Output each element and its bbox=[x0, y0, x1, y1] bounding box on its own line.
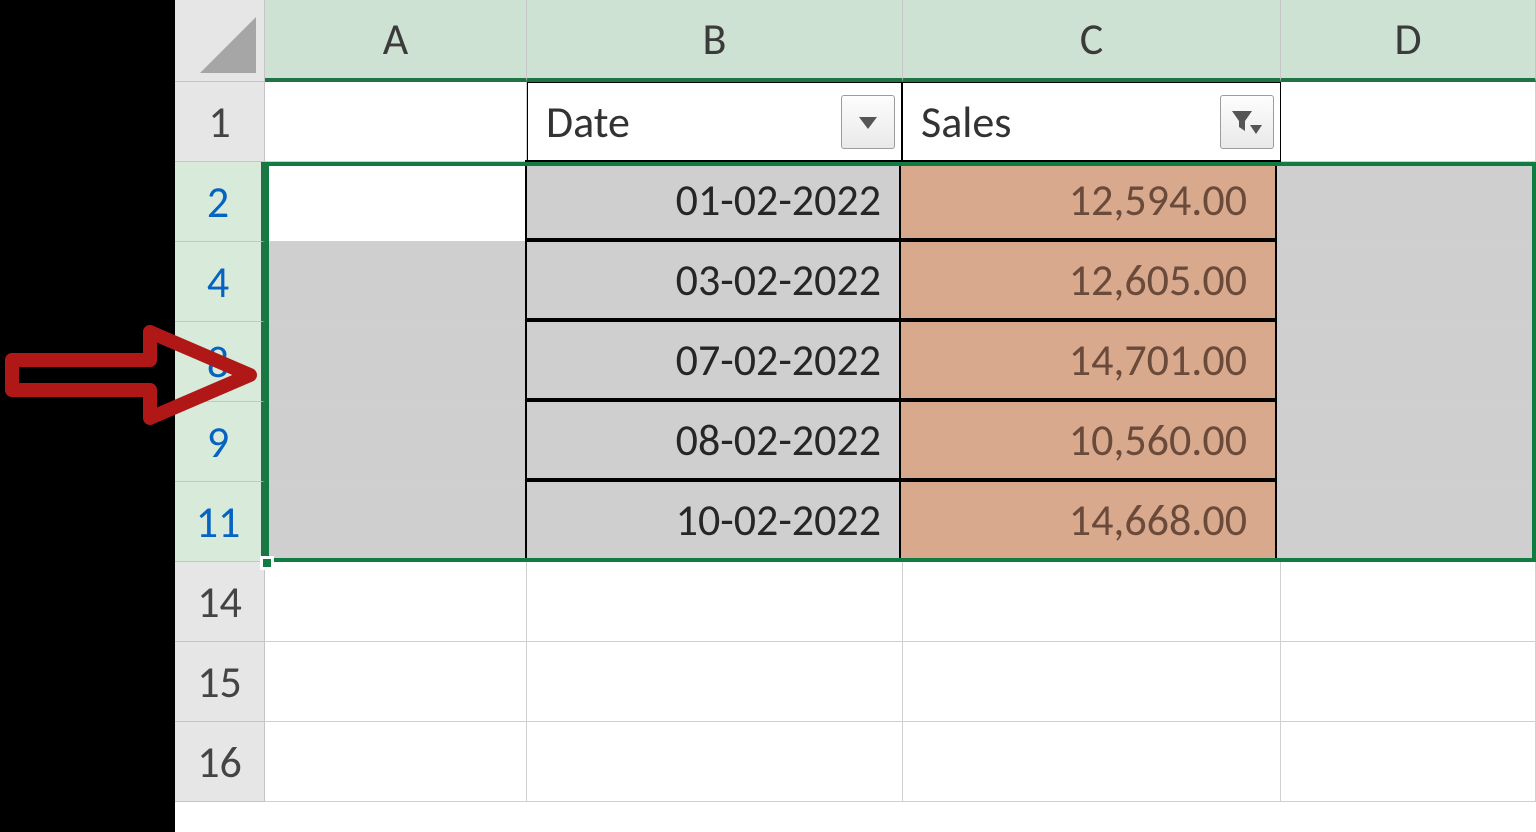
cell-B15[interactable] bbox=[527, 642, 903, 722]
cell-C15[interactable] bbox=[903, 642, 1281, 722]
cell-B9[interactable]: 08-02-2022 bbox=[525, 400, 901, 480]
selected-region: 01-02-2022 12,594.00 03-02-2022 12,605.0… bbox=[265, 162, 1536, 562]
row-header-16[interactable]: 16 bbox=[175, 722, 265, 802]
column-header-A[interactable]: A bbox=[265, 0, 527, 82]
row-header-9[interactable]: 9 bbox=[175, 402, 265, 482]
cell-A14[interactable] bbox=[265, 562, 527, 642]
cell-B14[interactable] bbox=[527, 562, 903, 642]
table-header-date: Date bbox=[546, 95, 630, 149]
cell-D14[interactable] bbox=[1281, 562, 1536, 642]
cell-D11[interactable] bbox=[1277, 482, 1532, 562]
cell-A16[interactable] bbox=[265, 722, 527, 802]
cell-B4[interactable]: 03-02-2022 bbox=[525, 240, 901, 320]
cell-B11[interactable]: 10-02-2022 bbox=[525, 480, 901, 560]
row-header-column: 1 2 4 8 9 11 14 15 16 bbox=[175, 82, 265, 802]
cell-B8[interactable]: 07-02-2022 bbox=[525, 320, 901, 400]
grid-row-16 bbox=[265, 722, 1536, 802]
table-header-sales: Sales bbox=[921, 95, 1012, 149]
grid-row-1: Date Sales bbox=[265, 82, 1536, 162]
filter-button-date[interactable] bbox=[841, 95, 895, 149]
cell-D1[interactable] bbox=[1281, 82, 1536, 162]
column-header-row: A B C D bbox=[175, 0, 1536, 82]
selection-handle[interactable] bbox=[260, 556, 274, 570]
row-header-4[interactable]: 4 bbox=[175, 242, 265, 322]
cell-D9[interactable] bbox=[1277, 402, 1532, 482]
cell-C4[interactable]: 12,605.00 bbox=[899, 240, 1277, 320]
cell-A1[interactable] bbox=[265, 82, 527, 162]
grid-row-8: 07-02-2022 14,701.00 bbox=[265, 322, 1536, 402]
cell-A4[interactable] bbox=[265, 242, 527, 322]
cell-C8[interactable]: 14,701.00 bbox=[899, 320, 1277, 400]
left-margin-strip bbox=[0, 0, 175, 832]
cell-D8[interactable] bbox=[1277, 322, 1532, 402]
row-header-15[interactable]: 15 bbox=[175, 642, 265, 722]
filter-active-icon bbox=[1230, 107, 1264, 137]
column-header-D[interactable]: D bbox=[1281, 0, 1536, 82]
row-header-14[interactable]: 14 bbox=[175, 562, 265, 642]
cell-B1[interactable]: Date bbox=[527, 82, 903, 162]
cell-D16[interactable] bbox=[1281, 722, 1536, 802]
grid-row-4: 03-02-2022 12,605.00 bbox=[265, 242, 1536, 322]
grid-row-2: 01-02-2022 12,594.00 bbox=[265, 162, 1536, 242]
cell-D2[interactable] bbox=[1277, 162, 1532, 242]
cell-B16[interactable] bbox=[527, 722, 903, 802]
column-header-B[interactable]: B bbox=[527, 0, 903, 82]
cell-D15[interactable] bbox=[1281, 642, 1536, 722]
grid-row-9: 08-02-2022 10,560.00 bbox=[265, 402, 1536, 482]
grid-row-15 bbox=[265, 642, 1536, 722]
cell-C16[interactable] bbox=[903, 722, 1281, 802]
cell-A11[interactable] bbox=[265, 482, 527, 562]
filter-button-sales[interactable] bbox=[1220, 95, 1274, 149]
cell-A15[interactable] bbox=[265, 642, 527, 722]
row-header-1[interactable]: 1 bbox=[175, 82, 265, 162]
grid-row-11: 10-02-2022 14,668.00 bbox=[265, 482, 1536, 562]
cell-C9[interactable]: 10,560.00 bbox=[899, 400, 1277, 480]
cell-C1[interactable]: Sales bbox=[903, 82, 1281, 162]
cell-A8[interactable] bbox=[265, 322, 527, 402]
cell-D4[interactable] bbox=[1277, 242, 1532, 322]
column-header-C[interactable]: C bbox=[903, 0, 1281, 82]
cell-A9[interactable] bbox=[265, 402, 527, 482]
chevron-down-icon bbox=[853, 107, 883, 137]
row-header-8[interactable]: 8 bbox=[175, 322, 265, 402]
grid-row-14 bbox=[265, 562, 1536, 642]
cell-C11[interactable]: 14,668.00 bbox=[899, 480, 1277, 560]
select-all-triangle[interactable] bbox=[175, 0, 265, 82]
cell-A2[interactable] bbox=[265, 162, 527, 242]
spreadsheet-viewport: A B C D 1 2 4 8 9 11 14 15 16 Date bbox=[0, 0, 1536, 832]
cell-C14[interactable] bbox=[903, 562, 1281, 642]
row-header-2[interactable]: 2 bbox=[175, 162, 265, 242]
grid-body: Date Sales bbox=[265, 82, 1536, 802]
row-header-11[interactable]: 11 bbox=[175, 482, 265, 562]
cell-B2[interactable]: 01-02-2022 bbox=[525, 160, 901, 240]
cell-C2[interactable]: 12,594.00 bbox=[899, 160, 1277, 240]
